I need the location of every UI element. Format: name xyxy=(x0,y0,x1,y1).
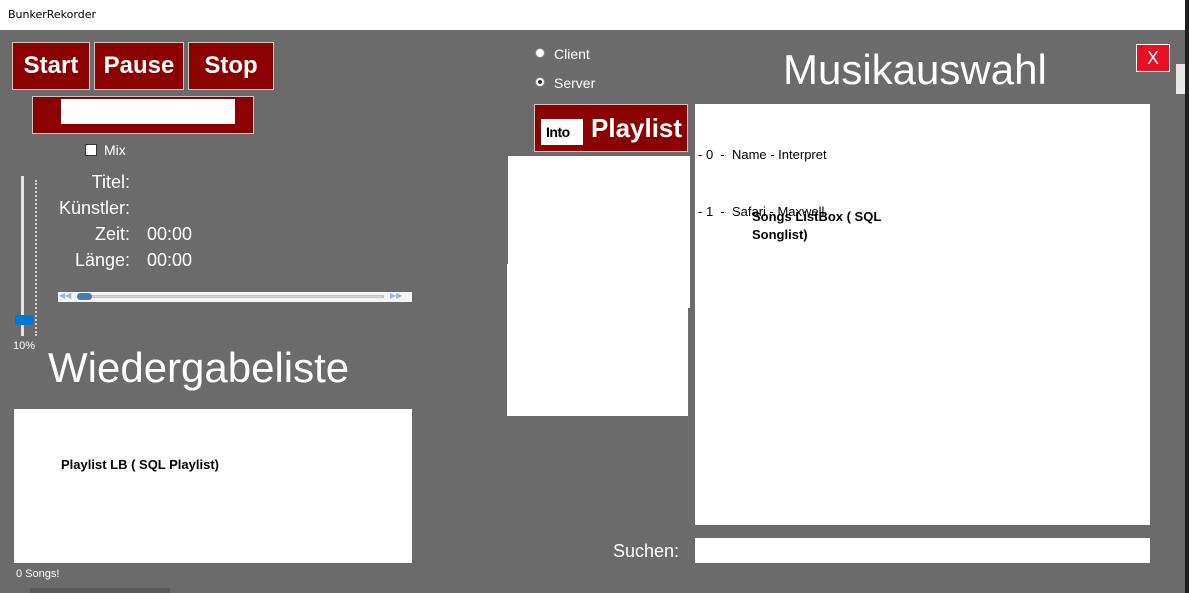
into-label: Into xyxy=(546,124,570,140)
mix-label: Mix xyxy=(104,142,126,158)
blank-panel-bottom xyxy=(507,264,688,416)
zeit-value: 00:00 xyxy=(147,224,193,244)
title-bar: BunkerRekorder xyxy=(0,0,1185,30)
seek-thumb[interactable] xyxy=(77,293,92,300)
close-button[interactable]: X xyxy=(1136,44,1170,72)
stop-button[interactable]: Stop xyxy=(188,42,274,90)
server-radio[interactable] xyxy=(535,77,545,87)
laenge-value: 00:00 xyxy=(147,250,193,270)
start-button[interactable]: Start xyxy=(12,42,90,90)
client-radio[interactable] xyxy=(535,48,545,58)
titel-label: Titel: xyxy=(91,172,130,192)
zeit-label: Zeit: xyxy=(94,224,130,244)
into-playlist-button[interactable]: Into Playlist xyxy=(534,104,688,152)
pause-button[interactable]: Pause xyxy=(94,42,184,90)
search-label: Suchen: xyxy=(613,541,680,561)
kuenstler-label: Künstler: xyxy=(58,198,130,218)
window-title: BunkerRekorder xyxy=(8,8,96,21)
side-strip xyxy=(1176,64,1185,94)
volume-ticks xyxy=(35,180,39,336)
seek-bar[interactable]: ◀◀ ▶▶ xyxy=(58,291,412,302)
search-input[interactable] xyxy=(695,538,1150,563)
client-label: Client xyxy=(554,46,590,62)
volume-thumb[interactable] xyxy=(15,315,33,325)
playlist-placeholder: Playlist LB ( SQL Playlist) xyxy=(61,457,219,472)
songs-placeholder: Songs ListBox ( SQL Songlist) xyxy=(752,209,882,242)
window-edge xyxy=(1185,0,1189,593)
forward-icon[interactable]: ▶▶ xyxy=(390,291,402,300)
song-row[interactable]: - 0 - Name - Interpret xyxy=(698,145,827,164)
server-label: Server xyxy=(554,75,596,91)
playlist-heading: Wiedergabeliste xyxy=(48,344,350,391)
volume-track[interactable] xyxy=(21,176,24,336)
playlist-label: Playlist xyxy=(591,113,683,143)
obscured-overlay xyxy=(61,99,235,124)
songs-listbox[interactable]: - 0 - Name - Interpret - 1 - Safari - Ma… xyxy=(695,104,1150,525)
songs-count: 0 Songs! xyxy=(16,568,60,580)
music-heading: Musikauswahl xyxy=(783,46,1047,93)
playlist-listbox[interactable]: Playlist LB ( SQL Playlist) xyxy=(14,409,412,563)
seek-track xyxy=(78,295,384,298)
into-label-box: Into xyxy=(541,119,583,145)
laenge-label: Länge: xyxy=(74,250,130,270)
obscured-button[interactable] xyxy=(32,96,254,134)
mix-checkbox[interactable] xyxy=(85,144,97,156)
volume-label: 10% xyxy=(13,340,36,352)
bottom-strip xyxy=(30,588,170,593)
rewind-icon[interactable]: ◀◀ xyxy=(59,291,71,300)
